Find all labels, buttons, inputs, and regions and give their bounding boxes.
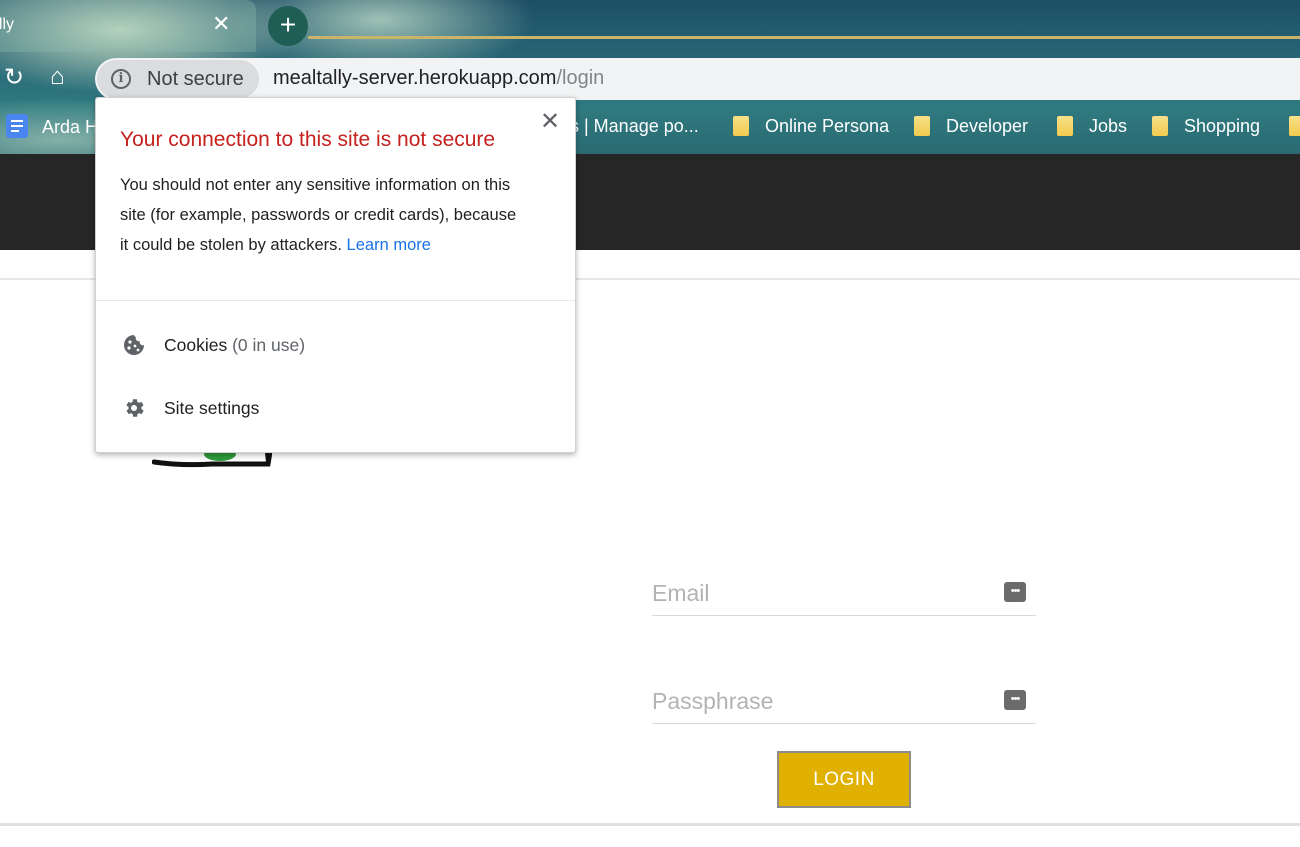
gear-icon — [126, 399, 144, 417]
bookmark-label: Jobs — [1089, 116, 1128, 136]
security-chip-label: Not secure — [147, 68, 244, 90]
reload-icon[interactable]: ↻ — [4, 66, 24, 90]
cookies-label: Cookies (0 in use) — [164, 335, 305, 356]
security-chip[interactable]: i Not secure — [97, 60, 259, 98]
active-tab[interactable]: ally ✕ — [0, 0, 256, 52]
login-button[interactable]: LOGIN — [777, 751, 911, 808]
cookie-icon — [124, 335, 144, 355]
popup-divider — [96, 300, 575, 301]
bookmark-label: Arda H — [42, 117, 99, 137]
folder-icon — [1057, 116, 1073, 136]
bookmark-label: Shopping — [1184, 116, 1261, 136]
learn-more-link[interactable]: Learn more — [347, 236, 431, 254]
email-field: ••• — [652, 572, 1036, 616]
folder-icon — [733, 116, 749, 136]
folder-icon — [1289, 116, 1300, 136]
tab-strip-divider — [308, 36, 1300, 39]
cookies-count: (0 in use) — [232, 335, 306, 355]
popup-message: You should not enter any sensitive infor… — [120, 170, 560, 260]
bookmark-label: Developer — [946, 116, 1029, 136]
cookies-row[interactable]: Cookies (0 in use) — [96, 322, 575, 368]
bookmark-label: Online Persona — [765, 116, 890, 136]
card-bottom-border — [0, 823, 1300, 826]
popup-message-line: You should not enter any sensitive infor… — [120, 176, 511, 194]
bookmark-developer[interactable]: Developer — [914, 114, 1028, 138]
passphrase-input[interactable] — [652, 680, 992, 722]
tab-close-icon[interactable]: ✕ — [212, 12, 230, 36]
browser-toolbar: ↻ ⌂ i Not secure mealtally-server.heroku… — [0, 56, 1300, 100]
docs-icon — [6, 114, 28, 138]
bookmark-arda[interactable]: Arda H — [6, 114, 98, 138]
bookmark-manage[interactable]: ts | Manage po... — [565, 114, 699, 138]
new-tab-button[interactable]: + — [268, 6, 308, 46]
folder-icon — [1152, 116, 1168, 136]
home-icon[interactable]: ⌂ — [50, 65, 65, 89]
site-security-popup: ✕ Your connection to this site is not se… — [95, 97, 576, 453]
passphrase-field: ••• — [652, 680, 1036, 724]
bookmark-label: ts | Manage po... — [565, 116, 699, 136]
site-settings-label: Site settings — [164, 398, 260, 418]
url-path: /login — [556, 67, 605, 89]
close-icon[interactable]: ✕ — [540, 110, 560, 134]
password-manager-icon[interactable]: ••• — [1004, 582, 1026, 602]
bookmark-shopping[interactable]: Shopping — [1152, 114, 1260, 138]
bookmark-online-persona[interactable]: Online Persona — [733, 114, 889, 138]
folder-icon — [914, 116, 930, 136]
bookmark-jobs[interactable]: Jobs — [1057, 114, 1127, 138]
bookmark-overflow[interactable] — [1289, 114, 1300, 138]
popup-message-line: it could be stolen by attackers. — [120, 236, 342, 254]
email-input[interactable] — [652, 572, 992, 614]
popup-message-line: site (for example, passwords or credit c… — [120, 206, 517, 224]
cookies-text: Cookies — [164, 335, 228, 355]
tab-title: ally — [0, 16, 15, 33]
password-manager-icon[interactable]: ••• — [1004, 690, 1026, 710]
url-text[interactable]: mealtally-server.herokuapp.com/login — [273, 67, 604, 90]
info-icon: i — [111, 69, 131, 89]
address-bar[interactable]: i Not secure mealtally-server.herokuapp.… — [95, 58, 1300, 100]
site-settings-row[interactable]: Site settings — [96, 385, 575, 431]
popup-title: Your connection to this site is not secu… — [120, 128, 496, 151]
url-host: mealtally-server.herokuapp.com — [273, 67, 557, 89]
